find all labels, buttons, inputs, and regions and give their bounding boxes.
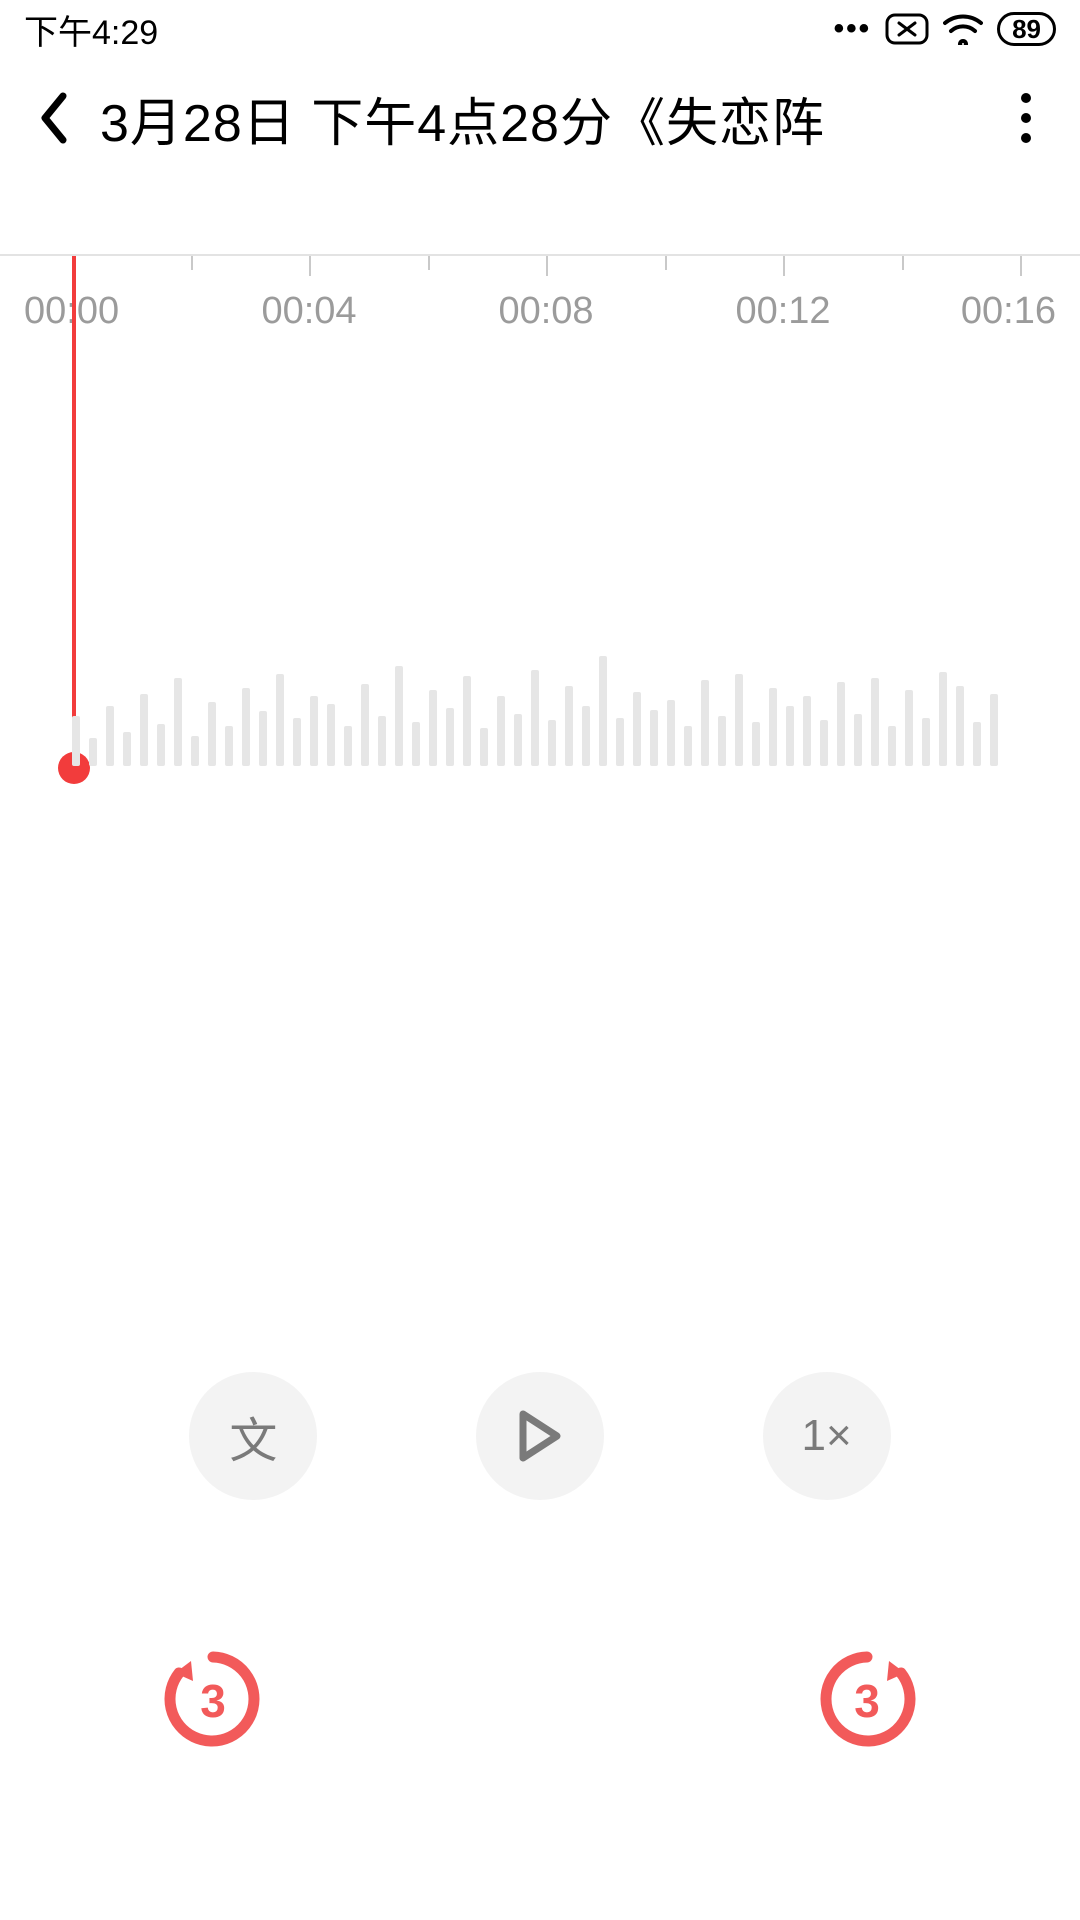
more-options-button[interactable] — [996, 88, 1056, 148]
more-indicator-icon: ••• — [834, 12, 872, 46]
speed-label: 1× — [802, 1411, 852, 1461]
back-button[interactable] — [24, 88, 84, 148]
waveform-bar — [174, 678, 182, 766]
rewind-seconds-label: 3 — [200, 1675, 226, 1727]
waveform-bar — [684, 726, 692, 766]
waveform-bar — [973, 722, 981, 766]
waveform-bar — [310, 696, 318, 766]
waveform-bar — [378, 716, 386, 766]
no-sim-icon — [885, 13, 929, 45]
waveform-bar — [208, 702, 216, 766]
timeline-minor-tick — [191, 256, 193, 270]
waveform-bar — [72, 716, 80, 766]
more-vertical-icon — [1020, 92, 1032, 144]
waveform-bar — [463, 676, 471, 766]
waveform-bar — [701, 680, 709, 766]
waveform-bar — [633, 692, 641, 766]
timeline-tick-label: 00:04 — [261, 290, 356, 333]
timeline-tick-label: 00:16 — [961, 290, 1056, 333]
waveform-bar — [531, 670, 539, 766]
waveform-bar — [786, 706, 794, 766]
play-icon — [517, 1410, 563, 1462]
waveform-bar — [922, 718, 930, 766]
timeline-minor-tick — [902, 256, 904, 270]
waveform-bar — [361, 684, 369, 766]
play-button[interactable] — [476, 1372, 604, 1500]
waveform-bar — [667, 700, 675, 766]
waveform-bar — [939, 672, 947, 766]
waveform-bar — [429, 690, 437, 766]
timeline-tick — [783, 256, 785, 276]
timeline-tick — [309, 256, 311, 276]
timeline-minor-tick — [665, 256, 667, 270]
timeline-tick-label: 00:08 — [498, 290, 593, 333]
waveform-bar — [225, 726, 233, 766]
waveform-bar — [718, 716, 726, 766]
waveform-bar — [412, 722, 420, 766]
waveform-bar — [140, 694, 148, 766]
timeline-tick-label: 00:12 — [735, 290, 830, 333]
forward-icon: 3 — [815, 1647, 919, 1751]
waveform-bar — [242, 688, 250, 766]
waveform-bar — [327, 704, 335, 766]
waveform-bar — [293, 718, 301, 766]
waveform-bars — [72, 566, 1020, 766]
waveform-bar — [616, 718, 624, 766]
status-bar: 下午4:29 ••• 89 — [0, 0, 1080, 58]
waveform-bar — [582, 706, 590, 766]
waveform-bar — [106, 706, 114, 766]
waveform-bar — [905, 690, 913, 766]
waveform-bar — [769, 688, 777, 766]
timeline-minor-tick — [428, 256, 430, 270]
waveform-bar — [956, 686, 964, 766]
waveform-bar — [446, 708, 454, 766]
waveform-bar — [514, 714, 522, 766]
chevron-left-icon — [37, 92, 71, 144]
waveform-bar — [735, 674, 743, 766]
app-bar: 3月28日 下午4点28分《失恋阵 — [0, 58, 1080, 178]
waveform-bar — [157, 724, 165, 766]
status-right: ••• 89 — [834, 12, 1056, 46]
waveform-bar — [650, 710, 658, 766]
waveform-bar — [871, 678, 879, 766]
waveform-bar — [276, 674, 284, 766]
playback-controls: 文 1× — [0, 1372, 1080, 1500]
battery-indicator: 89 — [997, 12, 1056, 46]
waveform-bar — [599, 656, 607, 766]
waveform-bar — [820, 720, 828, 766]
timeline-tick — [1020, 256, 1022, 276]
waveform-bar — [803, 696, 811, 766]
waveform-bar — [344, 726, 352, 766]
waveform-bar — [752, 722, 760, 766]
forward-3s-button[interactable]: 3 — [812, 1644, 922, 1754]
waveform-bar — [395, 666, 403, 766]
waveform-timeline[interactable]: 00:0000:0400:0800:1200:16 — [0, 254, 1080, 894]
rewind-3s-button[interactable]: 3 — [158, 1644, 268, 1754]
waveform-bar — [854, 714, 862, 766]
rewind-icon: 3 — [161, 1647, 265, 1751]
waveform-bar — [191, 736, 199, 766]
timeline-tick — [546, 256, 548, 276]
wifi-icon — [943, 13, 983, 45]
transcribe-button[interactable]: 文 — [189, 1372, 317, 1500]
playback-speed-button[interactable]: 1× — [763, 1372, 891, 1500]
waveform-bar — [548, 720, 556, 766]
waveform-bar — [123, 732, 131, 766]
waveform-bar — [480, 728, 488, 766]
waveform-bar — [837, 682, 845, 766]
waveform-bar — [497, 696, 505, 766]
status-time: 下午4:29 — [24, 5, 158, 54]
waveform-bar — [888, 726, 896, 766]
waveform-bar — [259, 711, 267, 766]
page-title: 3月28日 下午4点28分《失恋阵 — [100, 81, 980, 156]
waveform-bar — [89, 738, 97, 766]
waveform-bar — [565, 686, 573, 766]
transcribe-icon: 文 — [229, 1401, 277, 1471]
waveform-bar — [990, 694, 998, 766]
seek-controls: 3 3 — [0, 1644, 1080, 1754]
forward-seconds-label: 3 — [854, 1675, 880, 1727]
